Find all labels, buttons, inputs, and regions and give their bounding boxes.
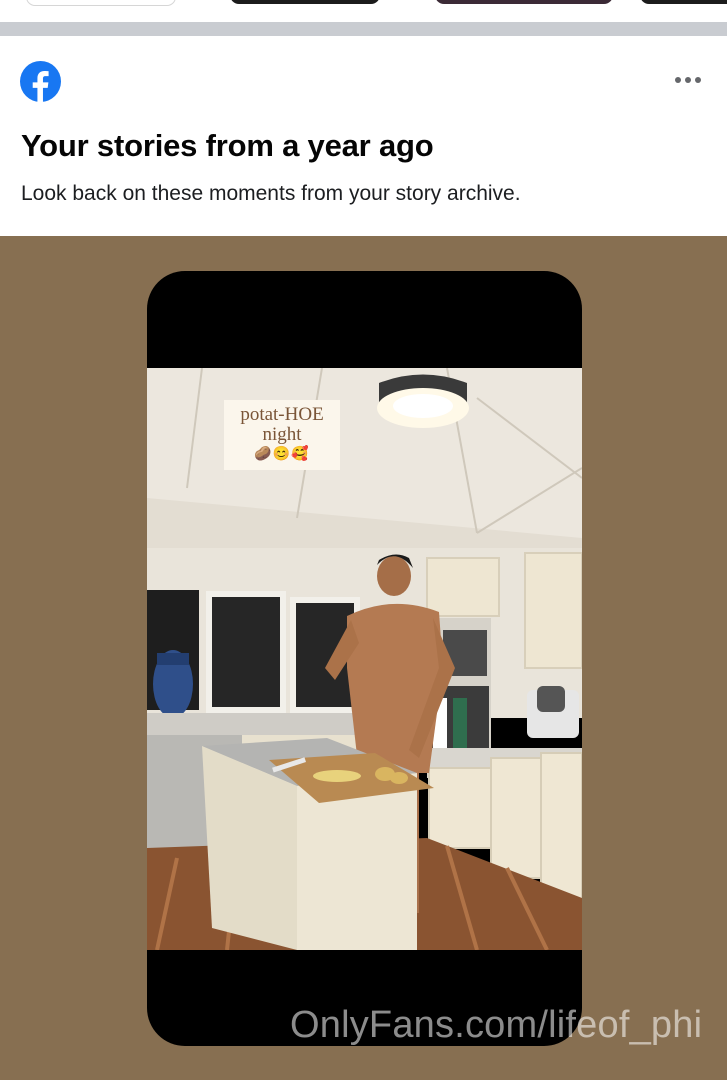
feed-divider (0, 22, 727, 36)
card-subtitle: Look back on these moments from your sto… (21, 182, 521, 205)
story-caption-sticker: potat-HOE night 🥔😊🥰 (224, 400, 340, 470)
card-title: Your stories from a year ago (21, 128, 434, 163)
top-strip (0, 0, 727, 22)
more-horizontal-icon (685, 77, 691, 83)
memories-card-header: Your stories from a year ago Look back o… (0, 36, 727, 236)
story-preview[interactable]: potat-HOE night 🥔😊🥰 (147, 271, 582, 1046)
more-horizontal-icon (695, 77, 701, 83)
story-photo (147, 368, 582, 950)
story-pill[interactable] (230, 0, 380, 4)
watermark-text: OnlyFans.com/lifeof_phi (290, 1004, 703, 1046)
more-horizontal-icon (675, 77, 681, 83)
caption-line-1: potat-HOE (240, 404, 324, 425)
story-pill[interactable] (26, 0, 176, 6)
story-pill[interactable] (640, 0, 727, 4)
caption-line-2: night (262, 424, 302, 445)
facebook-logo-icon[interactable] (20, 61, 61, 102)
story-pill[interactable] (435, 0, 613, 4)
more-options-button[interactable] (668, 68, 708, 92)
caption-emojis: 🥔😊🥰 (254, 447, 310, 462)
story-background: potat-HOE night 🥔😊🥰 OnlyFans.com/lifeof_… (0, 236, 727, 1080)
